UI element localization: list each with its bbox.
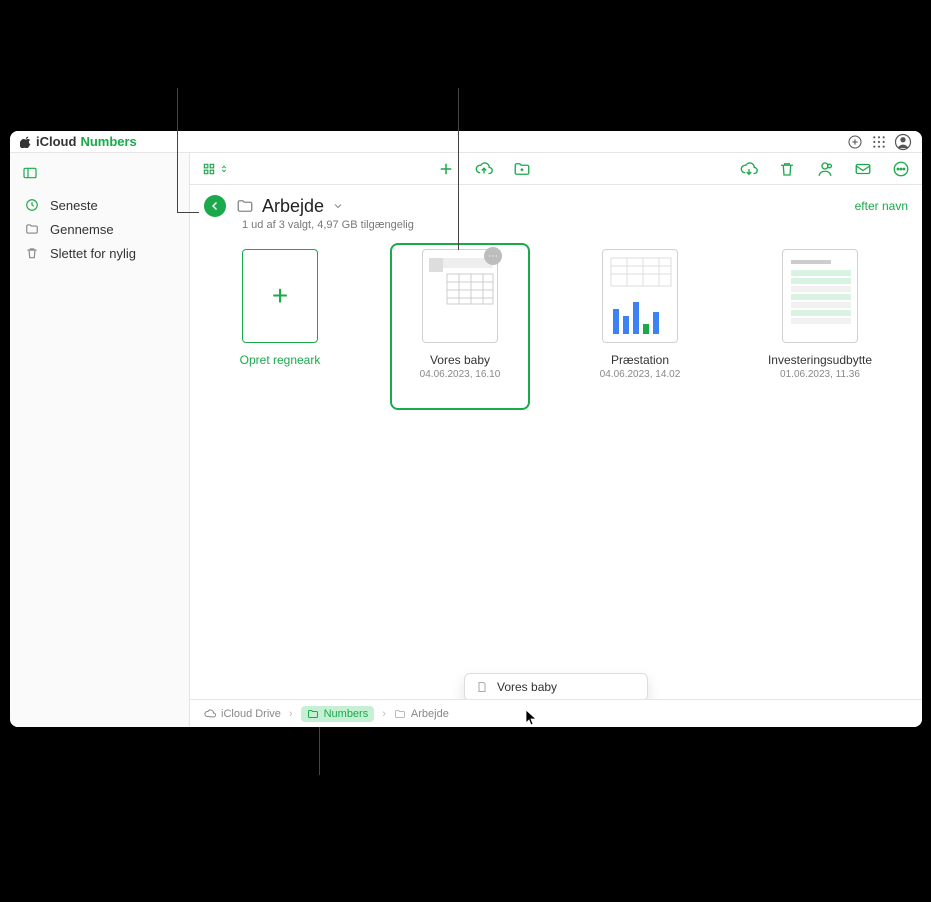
folder-icon bbox=[307, 708, 319, 720]
file-tile[interactable]: Investeringsudbytte 01.06.2023, 11.36 bbox=[750, 249, 890, 380]
more-icon[interactable] bbox=[892, 160, 910, 178]
breadcrumb-label: iCloud Drive bbox=[221, 708, 281, 720]
chevron-right-icon: › bbox=[289, 708, 293, 720]
delete-icon[interactable] bbox=[778, 160, 796, 178]
selection-status: 1 ud af 3 valgt, 4,97 GB tilgængelig bbox=[190, 219, 922, 245]
folder-name: Arbejde bbox=[262, 196, 324, 217]
file-thumbnail bbox=[602, 249, 678, 343]
toolbar bbox=[190, 153, 922, 185]
titlebar: iCloud Numbers bbox=[10, 131, 922, 153]
clock-icon bbox=[24, 197, 40, 213]
breadcrumb: iCloud Drive › Numbers › Arbejde bbox=[190, 699, 922, 727]
app-window: iCloud Numbers Seneste bbox=[10, 131, 922, 727]
tile-more-icon[interactable]: ⋯ bbox=[484, 247, 502, 265]
brand-cloud: iCloud bbox=[36, 134, 76, 149]
file-timestamp: 04.06.2023, 14.02 bbox=[600, 369, 681, 380]
download-cloud-icon[interactable] bbox=[740, 160, 758, 178]
brand-app: Numbers bbox=[80, 134, 136, 149]
breadcrumb-item[interactable]: Numbers bbox=[301, 706, 375, 722]
toolbar-center bbox=[437, 160, 531, 178]
sidebar-toggle-icon[interactable] bbox=[18, 161, 42, 185]
back-button[interactable] bbox=[204, 195, 226, 217]
compose-icon[interactable] bbox=[846, 133, 864, 151]
file-timestamp: 04.06.2023, 16.10 bbox=[420, 369, 501, 380]
trash-icon bbox=[24, 245, 40, 261]
cloud-icon bbox=[204, 708, 216, 720]
create-spreadsheet-tile[interactable]: + Opret regneark bbox=[210, 249, 350, 367]
breadcrumb-item[interactable]: iCloud Drive bbox=[204, 708, 281, 720]
apps-grid-icon[interactable] bbox=[870, 133, 888, 151]
file-grid: + Opret regneark ⋯ bbox=[190, 245, 922, 384]
file-name: Vores baby bbox=[430, 353, 490, 367]
account-icon[interactable] bbox=[894, 133, 912, 151]
breadcrumb-item[interactable]: Arbejde bbox=[394, 708, 449, 720]
sidebar: Seneste Gennemse Slettet for nylig bbox=[10, 153, 190, 727]
callout-line bbox=[319, 727, 320, 775]
file-tile[interactable]: ⋯ bbox=[390, 249, 530, 380]
folder-icon bbox=[394, 708, 406, 720]
file-tile[interactable]: Præstation 04.06.2023, 14.02 bbox=[570, 249, 710, 380]
callout-line bbox=[177, 212, 199, 213]
folder-icon bbox=[24, 221, 40, 237]
file-name: Præstation bbox=[611, 353, 669, 367]
add-icon[interactable] bbox=[437, 160, 455, 178]
file-name: Investeringsudbytte bbox=[768, 353, 872, 367]
collaborate-icon[interactable] bbox=[816, 160, 834, 178]
mail-icon[interactable] bbox=[854, 160, 872, 178]
create-label: Opret regneark bbox=[240, 353, 321, 367]
view-switcher[interactable] bbox=[202, 162, 228, 176]
file-timestamp: 01.06.2023, 11.36 bbox=[780, 369, 860, 380]
upload-cloud-icon[interactable] bbox=[475, 160, 493, 178]
main-area: Arbejde efter navn 1 ud af 3 valgt, 4,97… bbox=[190, 153, 922, 727]
folder-title[interactable]: Arbejde bbox=[236, 196, 344, 217]
sidebar-item-label: Slettet for nylig bbox=[50, 246, 136, 261]
chevron-right-icon: › bbox=[382, 708, 386, 720]
callout-line bbox=[177, 88, 178, 212]
apple-logo-icon bbox=[20, 136, 32, 148]
drag-ghost-label: Vores baby bbox=[497, 680, 557, 694]
breadcrumb-label: Numbers bbox=[324, 708, 369, 720]
chevron-down-icon[interactable] bbox=[332, 200, 344, 212]
sidebar-item-label: Gennemse bbox=[50, 222, 114, 237]
sidebar-item-trash[interactable]: Slettet for nylig bbox=[10, 241, 189, 265]
file-thumbnail bbox=[782, 249, 858, 343]
callout-line bbox=[458, 88, 459, 250]
toolbar-right bbox=[740, 160, 910, 178]
drag-ghost: Vores baby bbox=[464, 673, 648, 701]
sidebar-item-label: Seneste bbox=[50, 198, 98, 213]
folder-header: Arbejde efter navn bbox=[190, 185, 922, 219]
app-brand: iCloud Numbers bbox=[20, 134, 137, 149]
sidebar-item-browse[interactable]: Gennemse bbox=[10, 217, 189, 241]
folder-icon bbox=[236, 197, 254, 215]
document-icon bbox=[475, 680, 489, 694]
sidebar-item-recent[interactable]: Seneste bbox=[10, 193, 189, 217]
cursor-icon bbox=[526, 710, 538, 722]
new-folder-icon[interactable] bbox=[513, 160, 531, 178]
sort-button[interactable]: efter navn bbox=[855, 199, 908, 213]
plus-icon: + bbox=[272, 280, 288, 312]
breadcrumb-label: Arbejde bbox=[411, 708, 449, 720]
